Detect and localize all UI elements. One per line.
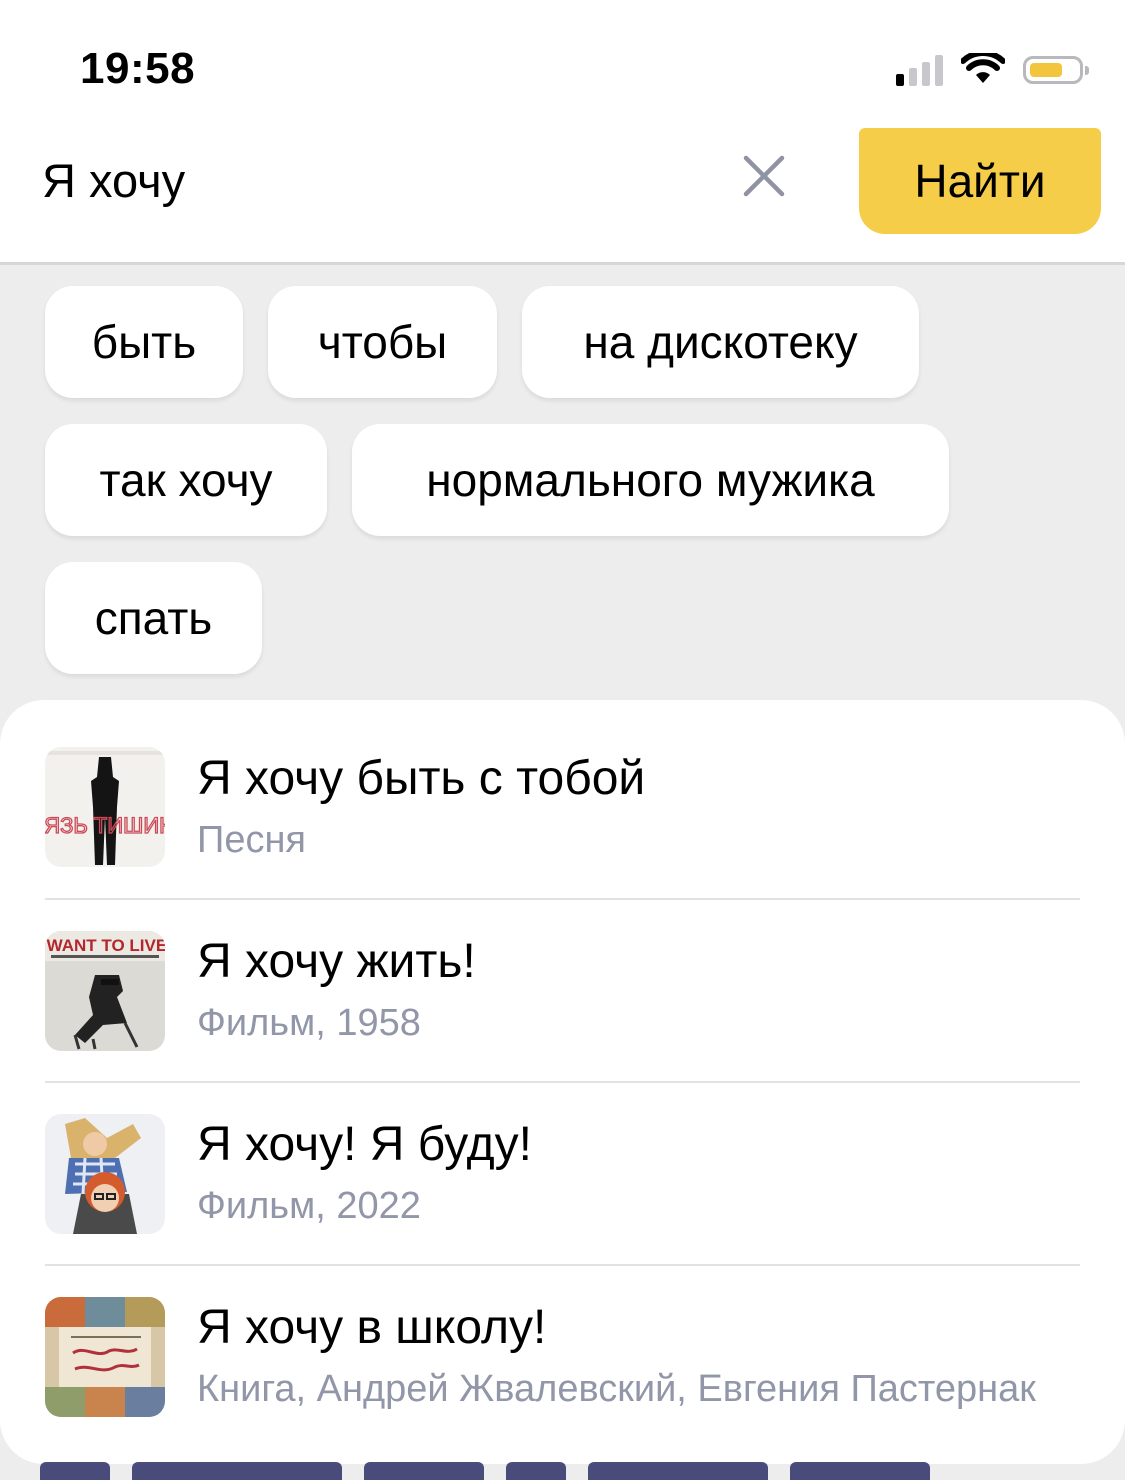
clear-search-button[interactable] bbox=[738, 150, 790, 202]
find-button[interactable]: Найти bbox=[859, 128, 1101, 234]
result-subtitle: Песня bbox=[197, 819, 307, 861]
movie-poster-thumbnail bbox=[45, 1114, 165, 1234]
battery-icon bbox=[1023, 56, 1089, 84]
result-subtitle: Фильм, 2022 bbox=[197, 1185, 421, 1227]
book-cover-thumbnail bbox=[45, 1297, 165, 1417]
result-title: Я хочу! Я буду! bbox=[197, 1118, 532, 1171]
cellular-signal-icon bbox=[896, 54, 943, 86]
wifi-icon bbox=[961, 53, 1005, 83]
suggestion-chip[interactable]: быть bbox=[45, 286, 243, 398]
status-icons bbox=[896, 50, 1089, 90]
result-item[interactable]: I WANT TO LIVE! Я хочу жить! Фильм, 1958 bbox=[45, 898, 1080, 1083]
background-content-peek bbox=[40, 1462, 1080, 1480]
close-icon bbox=[743, 155, 785, 197]
result-title: Я хочу быть с тобой bbox=[197, 752, 646, 805]
poster-title-text: I WANT TO LIVE! bbox=[45, 936, 165, 955]
album-cover-text: КНЯЗЬ ТИШИНЫ bbox=[45, 813, 165, 838]
album-cover-thumbnail: КНЯЗЬ ТИШИНЫ bbox=[45, 747, 165, 867]
suggestion-chip[interactable]: нормального мужика bbox=[352, 424, 949, 536]
status-time: 19:58 bbox=[80, 44, 196, 93]
header: 19:58 Найти bbox=[0, 0, 1125, 265]
result-item[interactable]: КНЯЗЬ ТИШИНЫ Я хочу быть с тобой Песня bbox=[45, 715, 1080, 900]
result-title: Я хочу в школу! bbox=[197, 1301, 547, 1354]
suggestion-chip[interactable]: так хочу bbox=[45, 424, 327, 536]
result-subtitle: Книга, Андрей Жвалевский, Евгения Пастер… bbox=[197, 1368, 1036, 1410]
suggestion-chip[interactable]: чтобы bbox=[268, 286, 497, 398]
suggestion-chip[interactable]: спать bbox=[45, 562, 262, 674]
movie-poster-thumbnail: I WANT TO LIVE! bbox=[45, 931, 165, 1051]
result-item[interactable]: Я хочу в школу! Книга, Андрей Жвалевский… bbox=[45, 1264, 1080, 1447]
suggestion-chip[interactable]: на дискотеку bbox=[522, 286, 919, 398]
result-title: Я хочу жить! bbox=[197, 935, 476, 988]
result-item[interactable]: Я хочу! Я буду! Фильм, 2022 bbox=[45, 1081, 1080, 1266]
search-input[interactable] bbox=[42, 150, 702, 210]
results-list: КНЯЗЬ ТИШИНЫ Я хочу быть с тобой Песня I… bbox=[0, 700, 1125, 1464]
result-subtitle: Фильм, 1958 bbox=[197, 1002, 421, 1044]
